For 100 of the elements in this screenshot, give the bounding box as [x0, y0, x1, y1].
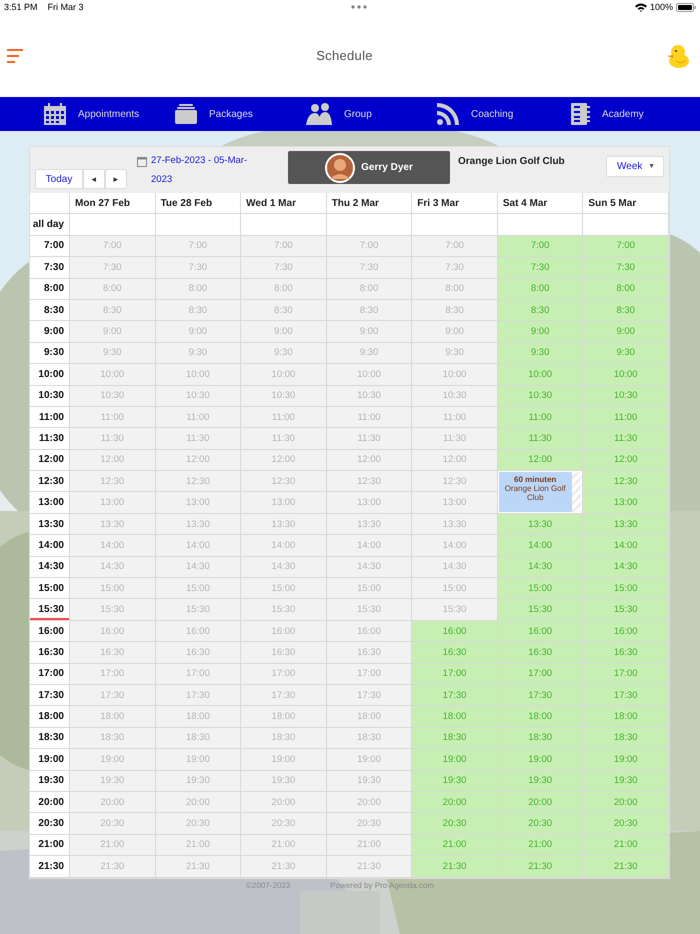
- time-slot[interactable]: 21:00: [412, 834, 498, 856]
- time-slot[interactable]: 7:00: [241, 236, 327, 258]
- time-slot[interactable]: 21:30: [412, 856, 498, 878]
- time-slot[interactable]: 18:30: [156, 728, 242, 750]
- time-slot[interactable]: 13:30: [156, 514, 242, 536]
- time-slot[interactable]: 17:00: [412, 664, 498, 685]
- time-slot[interactable]: 16:30: [156, 642, 242, 664]
- time-slot[interactable]: 17:00: [156, 664, 242, 685]
- time-slot[interactable]: 17:30: [412, 684, 498, 706]
- time-slot[interactable]: 18:00: [498, 706, 584, 728]
- time-slot[interactable]: 12:00: [326, 450, 412, 472]
- time-slot[interactable]: 20:00: [241, 792, 327, 814]
- time-slot[interactable]: 10:00: [156, 364, 242, 386]
- time-slot[interactable]: 9:30: [412, 342, 498, 364]
- previous-button[interactable]: ◂: [83, 169, 105, 189]
- time-slot[interactable]: 21:00: [326, 834, 412, 856]
- time-slot[interactable]: 21:30: [70, 856, 156, 878]
- time-slot[interactable]: 16:00: [70, 620, 156, 642]
- all-day-cell[interactable]: [326, 214, 412, 236]
- time-slot[interactable]: 19:00: [498, 749, 584, 771]
- nav-tab[interactable]: Appointments: [44, 97, 175, 131]
- time-slot[interactable]: 9:00: [412, 321, 498, 343]
- time-slot[interactable]: 16:30: [498, 642, 584, 664]
- time-slot[interactable]: 13:00: [70, 492, 156, 514]
- time-slot[interactable]: 13:00: [326, 492, 412, 514]
- time-slot[interactable]: 10:00: [241, 364, 327, 386]
- time-slot[interactable]: 8:00: [70, 278, 156, 300]
- time-slot[interactable]: 7:30: [412, 257, 498, 279]
- time-slot[interactable]: 11:30: [241, 428, 327, 450]
- time-slot[interactable]: 13:30: [412, 514, 498, 536]
- all-day-cell[interactable]: [583, 214, 669, 236]
- time-slot[interactable]: 21:00: [70, 834, 156, 856]
- time-slot[interactable]: 15:30: [498, 599, 584, 621]
- time-slot[interactable]: 9:00: [241, 321, 327, 343]
- time-slot[interactable]: 12:00: [412, 450, 498, 472]
- time-slot[interactable]: 8:00: [498, 278, 584, 300]
- time-slot[interactable]: 14:00: [241, 535, 327, 557]
- time-slot[interactable]: 19:30: [70, 770, 156, 792]
- time-slot[interactable]: 21:30: [583, 856, 669, 878]
- time-slot[interactable]: 8:30: [583, 300, 669, 322]
- time-slot[interactable]: 16:00: [498, 620, 584, 642]
- time-slot[interactable]: 15:00: [241, 578, 327, 600]
- time-slot[interactable]: 13:30: [326, 514, 412, 536]
- time-slot[interactable]: 18:30: [412, 728, 498, 750]
- time-slot[interactable]: 10:00: [583, 364, 669, 386]
- time-slot[interactable]: 13:30: [70, 514, 156, 536]
- time-slot[interactable]: 14:30: [326, 556, 412, 578]
- time-slot[interactable]: 8:30: [156, 300, 242, 322]
- time-slot[interactable]: 8:00: [326, 278, 412, 300]
- time-slot[interactable]: 9:00: [498, 321, 584, 343]
- time-slot[interactable]: 7:30: [70, 257, 156, 279]
- time-slot[interactable]: 16:00: [326, 620, 412, 642]
- time-slot[interactable]: 7:00: [70, 236, 156, 258]
- time-slot[interactable]: 18:00: [326, 706, 412, 728]
- time-slot[interactable]: 19:30: [241, 770, 327, 792]
- time-slot[interactable]: 10:00: [326, 364, 412, 386]
- time-slot[interactable]: 7:00: [156, 236, 242, 258]
- time-slot[interactable]: 19:00: [70, 749, 156, 771]
- time-slot[interactable]: 17:30: [326, 684, 412, 706]
- time-slot[interactable]: 20:30: [326, 813, 412, 835]
- time-slot[interactable]: 13:00: [412, 492, 498, 514]
- time-slot[interactable]: 14:30: [241, 556, 327, 578]
- more-icon[interactable]: [351, 5, 368, 9]
- time-slot[interactable]: 15:30: [241, 599, 327, 621]
- time-slot[interactable]: 14:00: [583, 535, 669, 557]
- time-slot[interactable]: 9:30: [583, 342, 669, 364]
- time-slot[interactable]: 17:30: [498, 684, 584, 706]
- time-slot[interactable]: 17:00: [70, 664, 156, 685]
- time-slot[interactable]: 7:00: [412, 236, 498, 258]
- time-slot[interactable]: 16:30: [241, 642, 327, 664]
- time-slot[interactable]: 21:00: [583, 834, 669, 856]
- time-slot[interactable]: 8:30: [498, 300, 584, 322]
- time-slot[interactable]: 9:30: [156, 342, 242, 364]
- time-slot[interactable]: 11:30: [498, 428, 584, 450]
- time-slot[interactable]: 15:30: [156, 599, 242, 621]
- time-slot[interactable]: 13:00: [156, 492, 242, 514]
- time-slot[interactable]: 15:00: [156, 578, 242, 600]
- time-slot[interactable]: 15:30: [583, 599, 669, 621]
- time-slot[interactable]: 21:00: [156, 834, 242, 856]
- nav-tab[interactable]: Group: [306, 97, 437, 131]
- time-slot[interactable]: 14:30: [412, 556, 498, 578]
- time-slot[interactable]: 15:00: [583, 578, 669, 600]
- time-slot[interactable]: 15:30: [70, 599, 156, 621]
- time-slot[interactable]: 21:30: [156, 856, 242, 878]
- time-slot[interactable]: 10:30: [412, 386, 498, 407]
- time-slot[interactable]: 18:30: [583, 728, 669, 750]
- time-slot[interactable]: 7:30: [241, 257, 327, 279]
- time-slot[interactable]: 9:00: [583, 321, 669, 343]
- all-day-cell[interactable]: [70, 214, 156, 236]
- time-slot[interactable]: 18:00: [241, 706, 327, 728]
- time-slot[interactable]: 9:00: [326, 321, 412, 343]
- time-slot[interactable]: 20:00: [498, 792, 584, 814]
- time-slot[interactable]: 21:00: [241, 834, 327, 856]
- time-slot[interactable]: 21:30: [498, 856, 584, 878]
- time-slot[interactable]: 10:00: [498, 364, 584, 386]
- time-slot[interactable]: 12:00: [241, 450, 327, 472]
- time-slot[interactable]: 18:00: [412, 706, 498, 728]
- time-slot[interactable]: 14:00: [156, 535, 242, 557]
- time-slot[interactable]: 19:00: [583, 749, 669, 771]
- time-slot[interactable]: 17:30: [583, 684, 669, 706]
